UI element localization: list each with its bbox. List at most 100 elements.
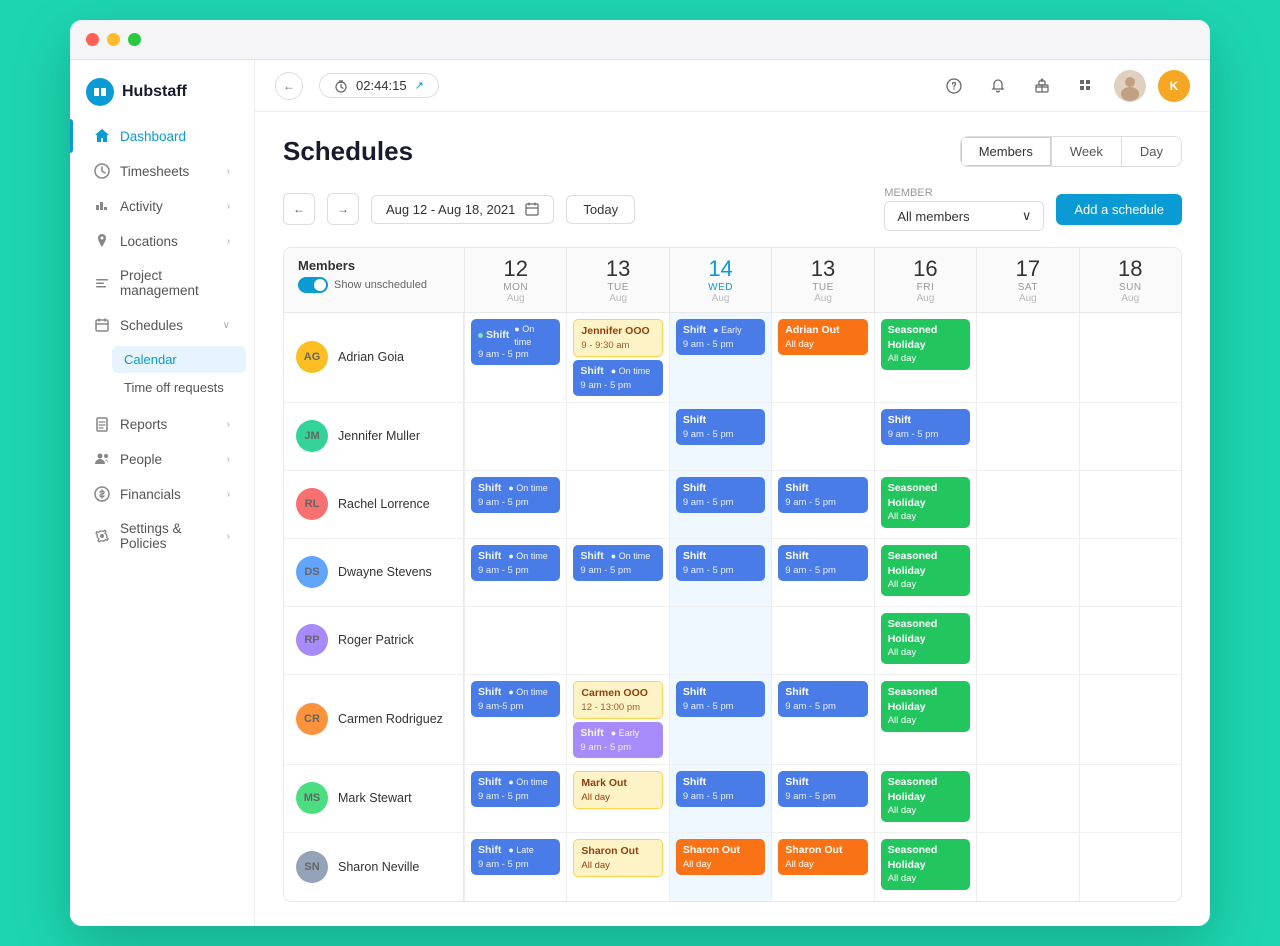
day-cell-sharon-1[interactable]: Sharon Out All day — [566, 833, 668, 901]
shift-block[interactable]: Sharon Out All day — [573, 839, 662, 877]
add-schedule-button[interactable]: Add a schedule — [1056, 194, 1182, 225]
day-cell-carmen-5[interactable] — [976, 675, 1078, 764]
day-cell-jennifer-1[interactable] — [566, 403, 668, 470]
shift-block[interactable]: Shift 9 am - 5 pm — [778, 545, 867, 581]
day-cell-sharon-2[interactable]: Sharon Out All day — [669, 833, 771, 901]
day-cell-jennifer-4[interactable]: Shift 9 am - 5 pm — [874, 403, 976, 470]
timer-box[interactable]: 02:44:15 ↗ — [319, 73, 439, 98]
shift-block[interactable]: Shift 9 am - 5 pm — [676, 409, 765, 445]
sidebar-item-dashboard[interactable]: Dashboard — [78, 119, 246, 153]
subnav-item-time-off[interactable]: Time off requests — [112, 374, 246, 401]
minimize-button[interactable] — [107, 33, 120, 46]
tab-members[interactable]: Members — [961, 137, 1052, 166]
shift-block[interactable]: Shift● On time 9 am - 5 pm — [471, 319, 560, 365]
shift-block[interactable]: Seasoned Holiday All day — [881, 613, 970, 664]
day-cell-dwayne-3[interactable]: Shift 9 am - 5 pm — [771, 539, 873, 606]
day-cell-dwayne-4[interactable]: Seasoned Holiday All day — [874, 539, 976, 606]
shift-block[interactable]: Shift 9 am - 5 pm — [676, 771, 765, 807]
day-cell-mark-2[interactable]: Shift 9 am - 5 pm — [669, 765, 771, 832]
day-cell-adrian-5[interactable] — [976, 313, 1078, 402]
day-cell-adrian-4[interactable]: Seasoned Holiday All day — [874, 313, 976, 402]
day-cell-dwayne-2[interactable]: Shift 9 am - 5 pm — [669, 539, 771, 606]
shift-block[interactable]: Shift● Early 9 am - 5 pm — [573, 722, 662, 758]
day-cell-rachel-0[interactable]: Shift● On time 9 am - 5 pm — [464, 471, 566, 538]
shift-block[interactable]: Shift● On time 9 am - 5 pm — [471, 477, 560, 513]
day-cell-carmen-6[interactable] — [1079, 675, 1181, 764]
day-cell-mark-5[interactable] — [976, 765, 1078, 832]
day-cell-carmen-0[interactable]: Shift● On time 9 am-5 pm — [464, 675, 566, 764]
day-cell-sharon-6[interactable] — [1079, 833, 1181, 901]
sidebar-logo[interactable]: Hubstaff — [70, 60, 254, 118]
prev-week-button[interactable]: ← — [283, 193, 315, 225]
shift-block[interactable]: Seasoned Holiday All day — [881, 681, 970, 732]
tab-day[interactable]: Day — [1122, 137, 1181, 166]
sidebar-item-financials[interactable]: Financials › — [78, 477, 246, 511]
shift-block[interactable]: Carmen OOO 12 - 13:00 pm — [573, 681, 662, 719]
day-cell-roger-0[interactable] — [464, 607, 566, 674]
day-cell-rachel-2[interactable]: Shift 9 am - 5 pm — [669, 471, 771, 538]
shift-block[interactable]: Sharon Out All day — [778, 839, 867, 875]
gift-button[interactable] — [1026, 70, 1058, 102]
sidebar-item-schedules[interactable]: Schedules ∨ — [78, 308, 246, 342]
day-cell-adrian-0[interactable]: Shift● On time 9 am - 5 pm — [464, 313, 566, 402]
day-cell-sharon-5[interactable] — [976, 833, 1078, 901]
shift-block[interactable]: Shift● On time 9 am - 5 pm — [471, 545, 560, 581]
day-cell-sharon-0[interactable]: Shift● Late 9 am - 5 pm — [464, 833, 566, 901]
day-cell-mark-4[interactable]: Seasoned Holiday All day — [874, 765, 976, 832]
day-cell-dwayne-6[interactable] — [1079, 539, 1181, 606]
sidebar-item-settings[interactable]: Settings & Policies › — [78, 512, 246, 560]
day-cell-dwayne-5[interactable] — [976, 539, 1078, 606]
day-cell-mark-0[interactable]: Shift● On time 9 am - 5 pm — [464, 765, 566, 832]
shift-block[interactable]: Shift● On time 9 am - 5 pm — [573, 545, 662, 581]
shift-block[interactable]: Seasoned Holiday All day — [881, 839, 970, 890]
shift-block[interactable]: Shift● On time 9 am - 5 pm — [573, 360, 662, 396]
tab-week[interactable]: Week — [1052, 137, 1122, 166]
maximize-button[interactable] — [128, 33, 141, 46]
day-cell-sharon-3[interactable]: Sharon Out All day — [771, 833, 873, 901]
date-range-picker[interactable]: Aug 12 - Aug 18, 2021 — [371, 195, 554, 224]
day-cell-roger-3[interactable] — [771, 607, 873, 674]
sidebar-item-people[interactable]: People › — [78, 442, 246, 476]
today-button[interactable]: Today — [566, 195, 635, 224]
day-cell-jennifer-6[interactable] — [1079, 403, 1181, 470]
day-cell-roger-4[interactable]: Seasoned Holiday All day — [874, 607, 976, 674]
day-cell-rachel-6[interactable] — [1079, 471, 1181, 538]
sidebar-item-reports[interactable]: Reports › — [78, 407, 246, 441]
day-cell-adrian-6[interactable] — [1079, 313, 1181, 402]
shift-block[interactable]: Sharon Out All day — [676, 839, 765, 875]
shift-block[interactable]: Shift 9 am - 5 pm — [778, 477, 867, 513]
shift-block[interactable]: Shift● Late 9 am - 5 pm — [471, 839, 560, 875]
sidebar-item-locations[interactable]: Locations › — [78, 224, 246, 258]
subnav-item-calendar[interactable]: Calendar — [112, 346, 246, 373]
shift-block[interactable]: Shift 9 am - 5 pm — [676, 477, 765, 513]
sidebar-item-activity[interactable]: Activity › — [78, 189, 246, 223]
sidebar-item-timesheets[interactable]: Timesheets › — [78, 154, 246, 188]
day-cell-roger-1[interactable] — [566, 607, 668, 674]
next-week-button[interactable]: → — [327, 193, 359, 225]
grid-button[interactable] — [1070, 70, 1102, 102]
shift-block[interactable]: Seasoned Holiday All day — [881, 319, 970, 370]
shift-block[interactable]: Seasoned Holiday All day — [881, 477, 970, 528]
day-cell-rachel-5[interactable] — [976, 471, 1078, 538]
day-cell-roger-2[interactable] — [669, 607, 771, 674]
shift-block[interactable]: Seasoned Holiday All day — [881, 771, 970, 822]
day-cell-carmen-1[interactable]: Carmen OOO 12 - 13:00 pm Shift● Early 9 … — [566, 675, 668, 764]
show-unscheduled-toggle[interactable]: Show unscheduled — [298, 277, 450, 293]
day-cell-carmen-3[interactable]: Shift 9 am - 5 pm — [771, 675, 873, 764]
shift-block[interactable]: Shift 9 am - 5 pm — [778, 681, 867, 717]
day-cell-mark-1[interactable]: Mark Out All day — [566, 765, 668, 832]
day-cell-carmen-4[interactable]: Seasoned Holiday All day — [874, 675, 976, 764]
shift-block[interactable]: Shift 9 am - 5 pm — [881, 409, 970, 445]
shift-block[interactable]: Adrian Out All day — [778, 319, 867, 355]
day-cell-jennifer-0[interactable] — [464, 403, 566, 470]
day-cell-carmen-2[interactable]: Shift 9 am - 5 pm — [669, 675, 771, 764]
unscheduled-toggle-switch[interactable] — [298, 277, 328, 293]
day-cell-rachel-1[interactable] — [566, 471, 668, 538]
day-cell-jennifer-3[interactable] — [771, 403, 873, 470]
shift-block[interactable]: Shift● On time 9 am-5 pm — [471, 681, 560, 717]
shift-block[interactable]: Shift 9 am - 5 pm — [676, 545, 765, 581]
shift-block[interactable]: Shift● Early 9 am - 5 pm — [676, 319, 765, 355]
back-button[interactable]: ← — [275, 72, 303, 100]
sidebar-item-project-management[interactable]: Project management — [78, 259, 246, 307]
shift-block[interactable]: Mark Out All day — [573, 771, 662, 809]
